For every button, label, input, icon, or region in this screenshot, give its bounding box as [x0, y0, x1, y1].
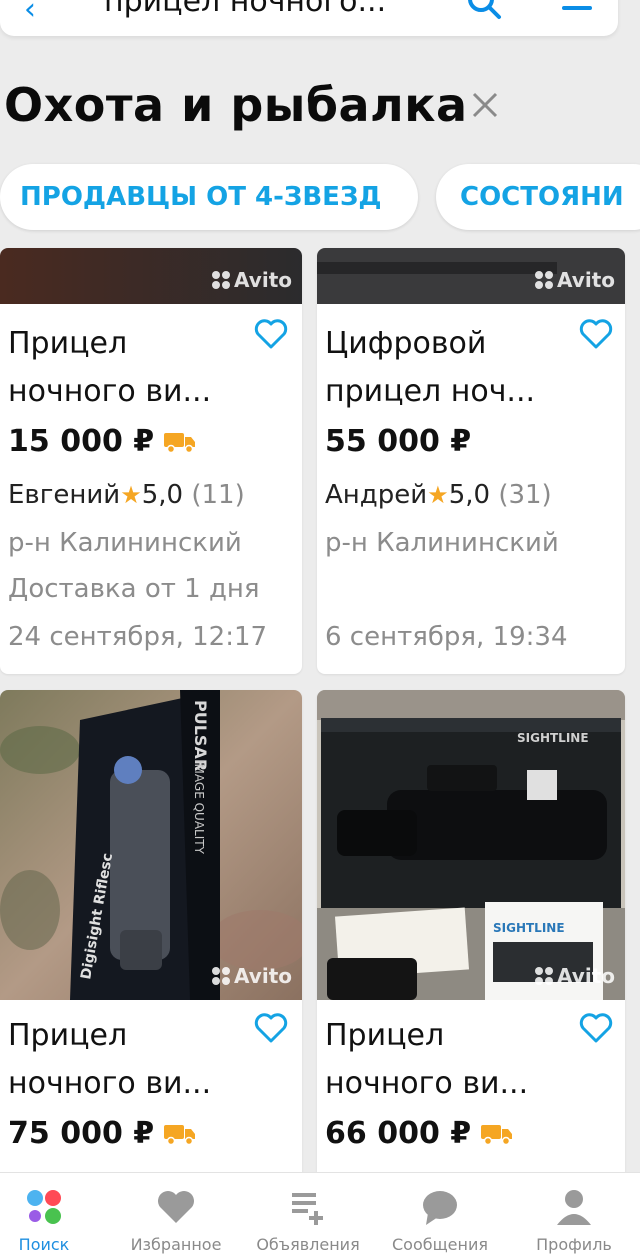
listing-title[interactable]: Прицел ночного ви... [8, 320, 248, 416]
star-icon: ★ [120, 481, 142, 509]
avito-watermark: Avito [535, 268, 615, 292]
listing-price: 75 000 ₽ [8, 1116, 196, 1151]
filter-chip-condition[interactable]: СОСТОЯНИ [436, 164, 640, 230]
chat-icon [423, 1191, 457, 1225]
listing-district: р-н Калининский [8, 528, 242, 558]
delivery-truck-icon [164, 432, 196, 453]
listings-icon [292, 1193, 323, 1225]
delivery-truck-icon [164, 1124, 196, 1145]
category-title: Охота и рыбалка [4, 78, 468, 132]
listing-date: 6 сентября, 19:34 [325, 622, 568, 652]
listing-title[interactable]: Прицел ночного ви... [8, 1012, 248, 1108]
leaflet-brand-text: SIGHTLINE [493, 921, 565, 935]
search-icon[interactable] [466, 0, 502, 20]
avito-watermark: Avito [535, 964, 615, 988]
delivery-truck-icon [481, 1124, 513, 1145]
box-caption-text: IMAGE QUALITY [192, 760, 206, 855]
seller-info[interactable]: Андрей★5,0 (31) [325, 480, 552, 510]
seller-info[interactable]: Евгений★5,0 (11) [8, 480, 245, 510]
box-brand-text: SIGHTLINE [517, 731, 589, 745]
favorite-heart-icon[interactable] [254, 318, 288, 350]
search-bar[interactable]: ‹ прицел ночного... [0, 0, 618, 36]
avito-watermark: Avito [212, 964, 292, 988]
avito-watermark: Avito [212, 268, 292, 292]
tab-profile[interactable]: Профиль [510, 1173, 638, 1257]
filter-chip-sellers[interactable]: ПРОДАВЦЫ ОТ 4-ЗВЕЗД [0, 164, 418, 230]
tab-search[interactable]: Поиск [0, 1173, 108, 1257]
favorite-heart-icon[interactable] [579, 318, 613, 350]
star-icon: ★ [427, 481, 449, 509]
close-icon[interactable] [470, 90, 500, 120]
heart-icon [158, 1191, 194, 1223]
listing-shipping: Доставка от 1 дня [8, 574, 260, 604]
listing-photo[interactable]: PULSAR IMAGE QUALITY Digisight Riflesc [0, 690, 302, 1000]
listing-card[interactable]: Avito Прицел ночного ви... 15 000 ₽ Евге… [0, 248, 302, 674]
listing-photo[interactable]: SIGHTLINE SIGHTLINE [317, 690, 625, 1000]
filter-icon[interactable] [560, 0, 594, 20]
back-arrow-icon[interactable]: ‹ [24, 0, 36, 27]
listing-date: 24 сентября, 12:17 [8, 622, 268, 652]
favorite-heart-icon[interactable] [254, 1012, 288, 1044]
listing-title[interactable]: Прицел ночного ви... [325, 1012, 565, 1108]
listing-price: 55 000 ₽ [325, 424, 472, 459]
listing-card[interactable]: SIGHTLINE SIGHTLINE Avito Прицел ночного… [317, 690, 625, 1190]
search-query[interactable]: прицел ночного... [104, 0, 386, 19]
tab-listings[interactable]: Объявления [244, 1173, 372, 1257]
profile-icon [557, 1190, 591, 1225]
listing-card[interactable]: PULSAR IMAGE QUALITY Digisight Riflesc A… [0, 690, 302, 1190]
listing-card[interactable]: Avito Цифровой прицел ноч... 55 000 ₽ Ан… [317, 248, 625, 674]
bottom-tab-bar: Поиск Избранное Объявления Сообщения Про… [0, 1172, 640, 1257]
favorite-heart-icon[interactable] [579, 1012, 613, 1044]
tab-favorites[interactable]: Избранное [112, 1173, 240, 1257]
tab-messages[interactable]: Сообщения [376, 1173, 504, 1257]
listing-price: 15 000 ₽ [8, 424, 196, 459]
listing-title[interactable]: Цифровой прицел ноч... [325, 320, 565, 416]
listing-district: р-н Калининский [325, 528, 559, 558]
search-tab-icon [27, 1190, 61, 1224]
listing-price: 66 000 ₽ [325, 1116, 513, 1151]
